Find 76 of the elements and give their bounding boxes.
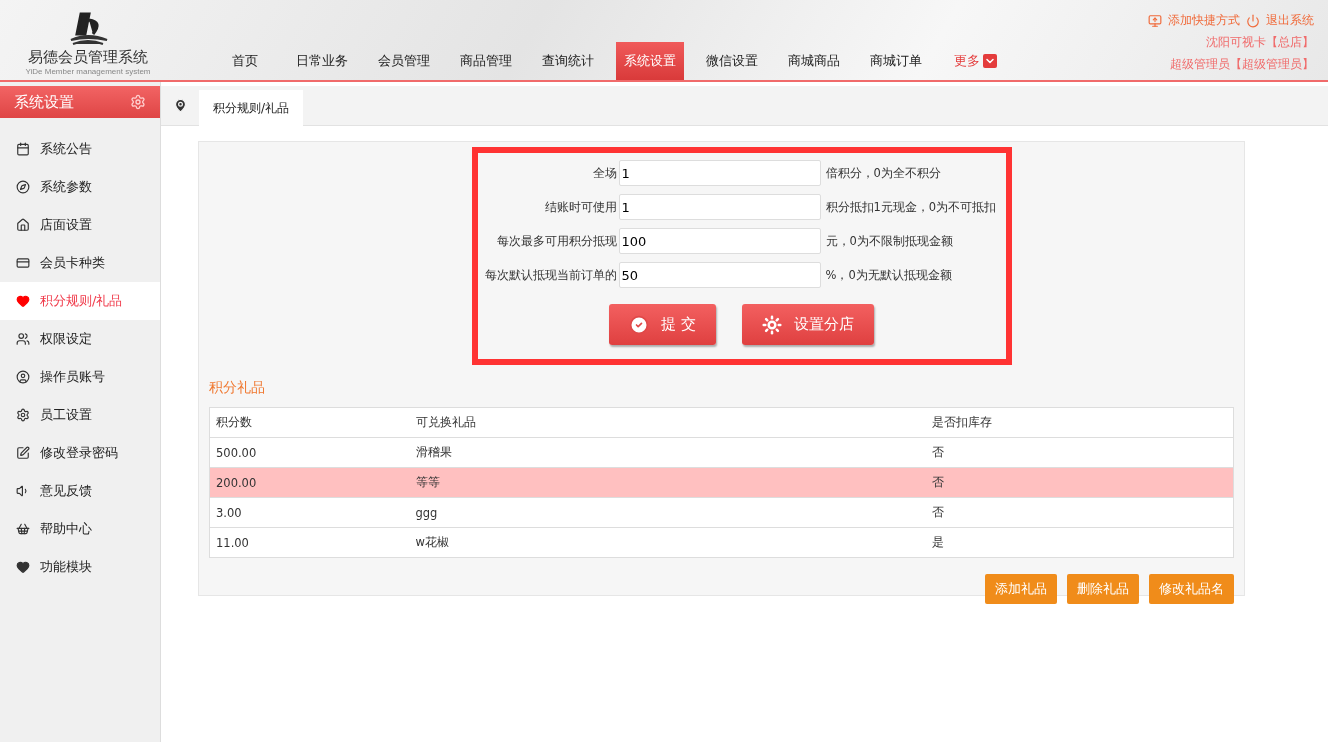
sidebar-item[interactable]: 会员卡种类	[0, 244, 160, 282]
nav-tab[interactable]: 微信设置	[698, 42, 766, 80]
table-cell: 是	[925, 527, 1234, 558]
compass-icon	[16, 180, 30, 194]
table-row[interactable]: 3.00 ggg 否	[209, 497, 1234, 528]
field-label: 每次最多可用积分抵现	[495, 233, 617, 249]
basket-icon	[16, 522, 30, 536]
table-cell: 否	[925, 497, 1234, 528]
monitor-icon	[1148, 13, 1162, 28]
sidebar-item[interactable]: 店面设置	[0, 206, 160, 244]
sidebar-item[interactable]: 系统参数	[0, 168, 160, 206]
field-hint: 元，0为不限制抵现金额	[825, 233, 953, 249]
table-cell: 滑稽果	[409, 437, 926, 468]
section-title: 积分礼品	[209, 379, 266, 397]
nav-tab[interactable]: 日常业务	[288, 42, 356, 80]
sidebar-title: 系统设置	[14, 92, 74, 112]
table-cell: 否	[925, 467, 1234, 498]
table-cell: 200.00	[209, 467, 410, 498]
field-label: 结账时可使用	[543, 199, 617, 215]
edit-icon	[16, 446, 30, 460]
table-cell: 3.00	[209, 497, 410, 528]
logo-subtitle: YiDe Member management system	[25, 67, 151, 76]
field-hint: 积分抵扣1元现金，0为不可抵扣	[825, 199, 997, 215]
user-role: 超级管理员【超级管理员】	[1170, 56, 1314, 73]
table-cell: 否	[925, 437, 1234, 468]
submit-button[interactable]: 提 交	[609, 304, 716, 345]
check-icon	[629, 314, 650, 335]
column-header: 可兑换礼品	[409, 407, 926, 438]
sidebar-item[interactable]: 操作员账号	[0, 358, 160, 396]
input-field[interactable]: 1	[618, 160, 821, 186]
nav-tab[interactable]: 商品管理	[452, 42, 520, 80]
nav-tab[interactable]: 商城订单	[862, 42, 930, 80]
chevron-down-icon	[983, 54, 997, 68]
input-field[interactable]: 50	[618, 262, 821, 288]
input-field[interactable]: 100	[618, 228, 821, 254]
card-icon	[16, 256, 30, 270]
users-icon	[16, 332, 30, 346]
nav-tab[interactable]: 商城商品	[780, 42, 848, 80]
field-label: 全场	[591, 165, 617, 181]
calendar-icon	[16, 142, 30, 156]
table-row[interactable]: 500.00 滑稽果 否	[209, 437, 1234, 468]
nav-tab[interactable]: 首页	[216, 42, 274, 80]
sidebar-item[interactable]: 积分规则/礼品	[0, 282, 160, 320]
field-hint: 倍积分，0为全不积分	[825, 165, 941, 181]
field-label: 每次默认抵现当前订单的	[483, 267, 617, 283]
page-tab[interactable]: 积分规则/礼品	[199, 90, 304, 126]
table-cell: ggg	[409, 497, 926, 528]
sidebar-item[interactable]: 功能模块	[0, 548, 160, 586]
more-menu[interactable]: 更多	[954, 42, 997, 80]
sidebar-item[interactable]: 员工设置	[0, 396, 160, 434]
home-icon	[16, 218, 30, 232]
sidebar-item[interactable]: 系统公告	[0, 130, 160, 168]
field-hint: %，0为无默认抵现金额	[825, 267, 952, 283]
table-cell: 11.00	[209, 527, 410, 558]
nav-tab[interactable]: 系统设置	[616, 42, 684, 80]
sidebar-item[interactable]: 权限设定	[0, 320, 160, 358]
heart-icon	[16, 294, 30, 308]
sidebar-item[interactable]: 帮助中心	[0, 510, 160, 548]
table-cell: 等等	[409, 467, 926, 498]
heart-icon	[16, 560, 30, 574]
table-cell: 500.00	[209, 437, 410, 468]
sidebar-item[interactable]: 修改登录密码	[0, 434, 160, 472]
sidebar-item[interactable]: 意见反馈	[0, 472, 160, 510]
logo-title: 易德会员管理系统	[28, 48, 148, 67]
branch-settings-button[interactable]: 设置分店	[741, 304, 874, 345]
table-cell: w花椒	[409, 527, 926, 558]
user-circle-icon	[16, 370, 30, 384]
input-field[interactable]: 1	[618, 194, 821, 220]
table-row[interactable]: 11.00 w花椒 是	[209, 527, 1234, 558]
power-icon	[1246, 13, 1260, 28]
column-header: 是否扣库存	[925, 407, 1234, 438]
nav-tab[interactable]: 会员管理	[370, 42, 438, 80]
nav-tab[interactable]: 查询统计	[534, 42, 602, 80]
location-pin-icon	[172, 97, 188, 113]
store-name: 沈阳可视卡【总店】	[1206, 34, 1314, 51]
column-header: 积分数	[209, 407, 410, 438]
